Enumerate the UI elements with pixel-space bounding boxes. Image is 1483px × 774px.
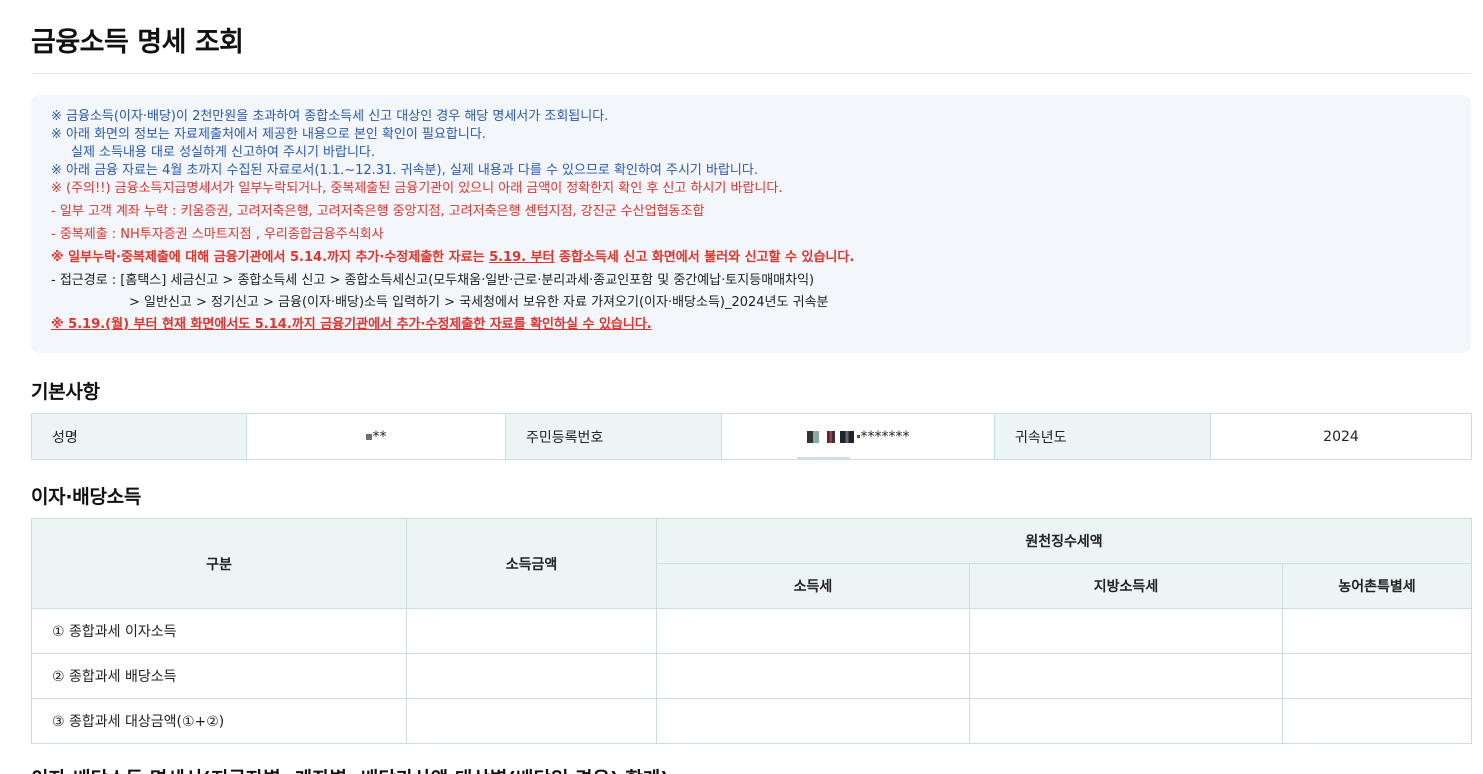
notice-line-4: ※ 아래 금융 자료는 4월 초까지 수집된 자료로서(1.1.~12.31. … [51,163,758,178]
cell-income-tax [656,698,970,744]
income-header-row-1: 구분 소득금액 원천징수세액 [31,518,1472,609]
rrn-masked: ******* [796,428,910,460]
year-value: 2024 [1210,413,1472,460]
header-local-tax: 지방소득세 [969,563,1283,609]
rrn-value: ******* [721,413,995,460]
basic-info-row: 성명 ** 주민등록번호 ******* 귀속년도 2024 [31,413,1472,460]
row-label-interest: ① 종합과세 이자소득 [31,608,407,654]
year-label: 귀속년도 [994,413,1211,460]
income-section-title: 이자·배당소득 [31,486,141,508]
cell-local-tax [969,608,1283,654]
notice-line-final: ※ 5.19.(월) 부터 현재 화면에서도 5.14.까지 금융기관에서 추가… [51,317,652,332]
mosaic-block-3 [839,430,854,443]
header-withholding: 원천징수세액 [656,518,1472,564]
notice-line-caution: ※ 일부누락·중복제출에 대해 금융기관에서 5.14.까지 추가·수정제출한 … [51,249,1471,267]
cell-local-tax [969,698,1283,744]
notice-box: ※ 금융소득(이자·배당)이 2천만원을 초과하여 종합소득세 신고 대상인 경… [31,95,1471,353]
cell-income-tax [656,608,970,654]
row-label-dividend: ② 종합과세 배당소득 [31,653,407,699]
table-row: ① 종합과세 이자소득 [31,608,1472,654]
notice-caution-part1: ※ 일부누락·중복제출에 대해 금융기관에서 5.14.까지 추가·수정제출한 … [51,250,490,265]
notice-caution-date: 5.19. 부터 [489,250,555,265]
mosaic-block-1 [806,430,819,443]
mosaic-block-2 [826,430,835,443]
header-income-tax: 소득세 [656,563,970,609]
cell-rural-tax [1282,698,1472,744]
notice-line-2: ※ 아래 화면의 정보는 자료제출처에서 제공한 내용으로 본인 확인이 필요합… [51,127,486,142]
cell-income-amount [406,653,657,699]
notice-line-path: - 접근경로 : [홈택스] 세금신고 > 종합소득세 신고 > 종합소득세신고… [51,273,815,288]
name-masked-text: ** [372,428,387,445]
notice-line-path-cont: > 일반신고 > 정기신고 > 금융(이자·배당)소득 입력하기 > 국세청에서… [129,295,829,310]
cell-rural-tax [1282,653,1472,699]
rrn-label: 주민등록번호 [505,413,722,460]
page-root: 금융소득 명세 조회 ※ 금융소득(이자·배당)이 2천만원을 초과하여 종합소… [0,0,1483,774]
income-table: 구분 소득금액 원천징수세액 소득세 지방소득세 농어촌특별세 ① 종합과세 이… [31,518,1472,744]
name-value: ** [246,413,506,460]
cell-income-tax [656,653,970,699]
notice-line-missing: - 일부 고객 계좌 누락 : 키움증권, 고려저축은행, 고려저축은행 중앙지… [51,204,705,219]
table-row: ② 종합과세 배당소득 [31,653,1472,699]
notice-line-1: ※ 금융소득(이자·배당)이 2천만원을 초과하여 종합소득세 신고 대상인 경… [51,109,609,124]
notice-line-5: ※ (주의!!) 금융소득지급명세서가 일부누락되거나, 중복제출된 금융기관이… [51,181,783,196]
cell-local-tax [969,653,1283,699]
basic-info-table: 성명 ** 주민등록번호 ******* 귀속년도 2024 [31,413,1472,460]
table-row: ③ 종합과세 대상금액(①+②) [31,698,1472,744]
notice-caution-part2: 종합소득세 신고 화면에서 불러와 신고할 수 있습니다. [554,250,855,265]
cell-income-amount [406,608,657,654]
basic-section-title: 기본사항 [31,381,100,403]
next-section-title: 이자·배당소득 명세서(지급자별, 계좌별, 배당가산액 대상별(배당인 경우)… [31,764,669,774]
page-title: 금융소득 명세 조회 [31,27,244,58]
rrn-masked-text: ******* [860,428,910,445]
rrn-underline [796,456,850,460]
header-rural-tax: 농어촌특별세 [1282,563,1472,609]
cell-income-amount [406,698,657,744]
header-income-amount: 소득금액 [406,518,657,609]
header-category: 구분 [31,518,407,609]
cell-rural-tax [1282,608,1472,654]
row-label-total: ③ 종합과세 대상금액(①+②) [31,698,407,744]
title-divider [31,73,1471,74]
name-label: 성명 [31,413,247,460]
notice-line-3: 실제 소득내용 대로 성실하게 신고하여 주시기 바랍니다. [71,145,376,160]
notice-line-duplicate: - 중복제출 : NH투자증권 스마트지점 , 우리종합금융주식회사 [51,227,384,242]
